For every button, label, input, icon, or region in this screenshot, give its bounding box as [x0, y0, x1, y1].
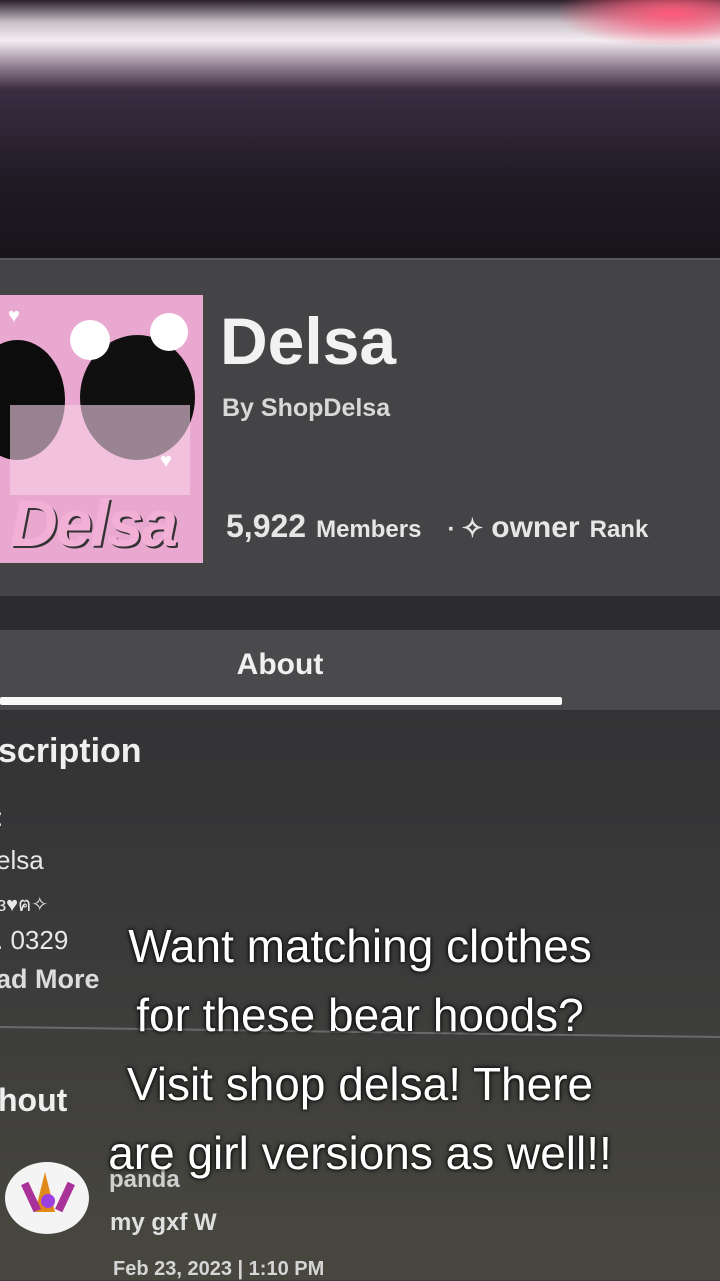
tab-about[interactable]: About [0, 630, 560, 700]
members-label: Members [316, 516, 422, 543]
avatar-shape [41, 1194, 55, 1208]
group-logo-text: Delsa [10, 486, 178, 560]
group-creator-link[interactable]: By ShopDelsa [222, 394, 390, 423]
screen-glare [0, 0, 720, 90]
description-line: elsa [0, 845, 44, 875]
caption-line: Want matching clothes [128, 920, 592, 972]
bear-ear-left [70, 320, 110, 360]
active-tab-indicator [0, 697, 562, 705]
stats-separator: · [447, 516, 456, 543]
group-name: Delsa [220, 304, 397, 378]
description-line: : [0, 802, 3, 833]
monitor-bezel [0, 90, 720, 260]
caption-line: Visit shop delsa! There [126, 1058, 594, 1110]
caption-line: for these bear hoods? [136, 989, 584, 1041]
member-count: 5,922 [226, 508, 307, 544]
bear-ear-right [150, 313, 188, 351]
group-stats: 5,922 Members · ✧ owner Rank [226, 508, 648, 545]
heart-decoration-icon: ♥ [160, 450, 172, 472]
section-divider [0, 596, 720, 630]
video-caption-overlay: Want matching clothes for these bear hoo… [40, 912, 680, 1188]
caption-line: are girl versions as well!! [108, 1127, 612, 1179]
shout-text: my gxf W [110, 1209, 217, 1236]
heart-decoration-icon: ♥ [8, 305, 20, 327]
rank-label: Rank [589, 516, 649, 543]
rank-name: owner [491, 511, 580, 544]
owner-rank-diamond-icon: ✧ [461, 513, 484, 543]
shout-date: Feb 23, 2023 | 1:10 PM [113, 1258, 325, 1280]
description-heading: scription [0, 732, 142, 770]
group-logo-image[interactable]: ♥ ♥ Delsa [0, 295, 203, 563]
glare-highlight [560, 0, 720, 45]
